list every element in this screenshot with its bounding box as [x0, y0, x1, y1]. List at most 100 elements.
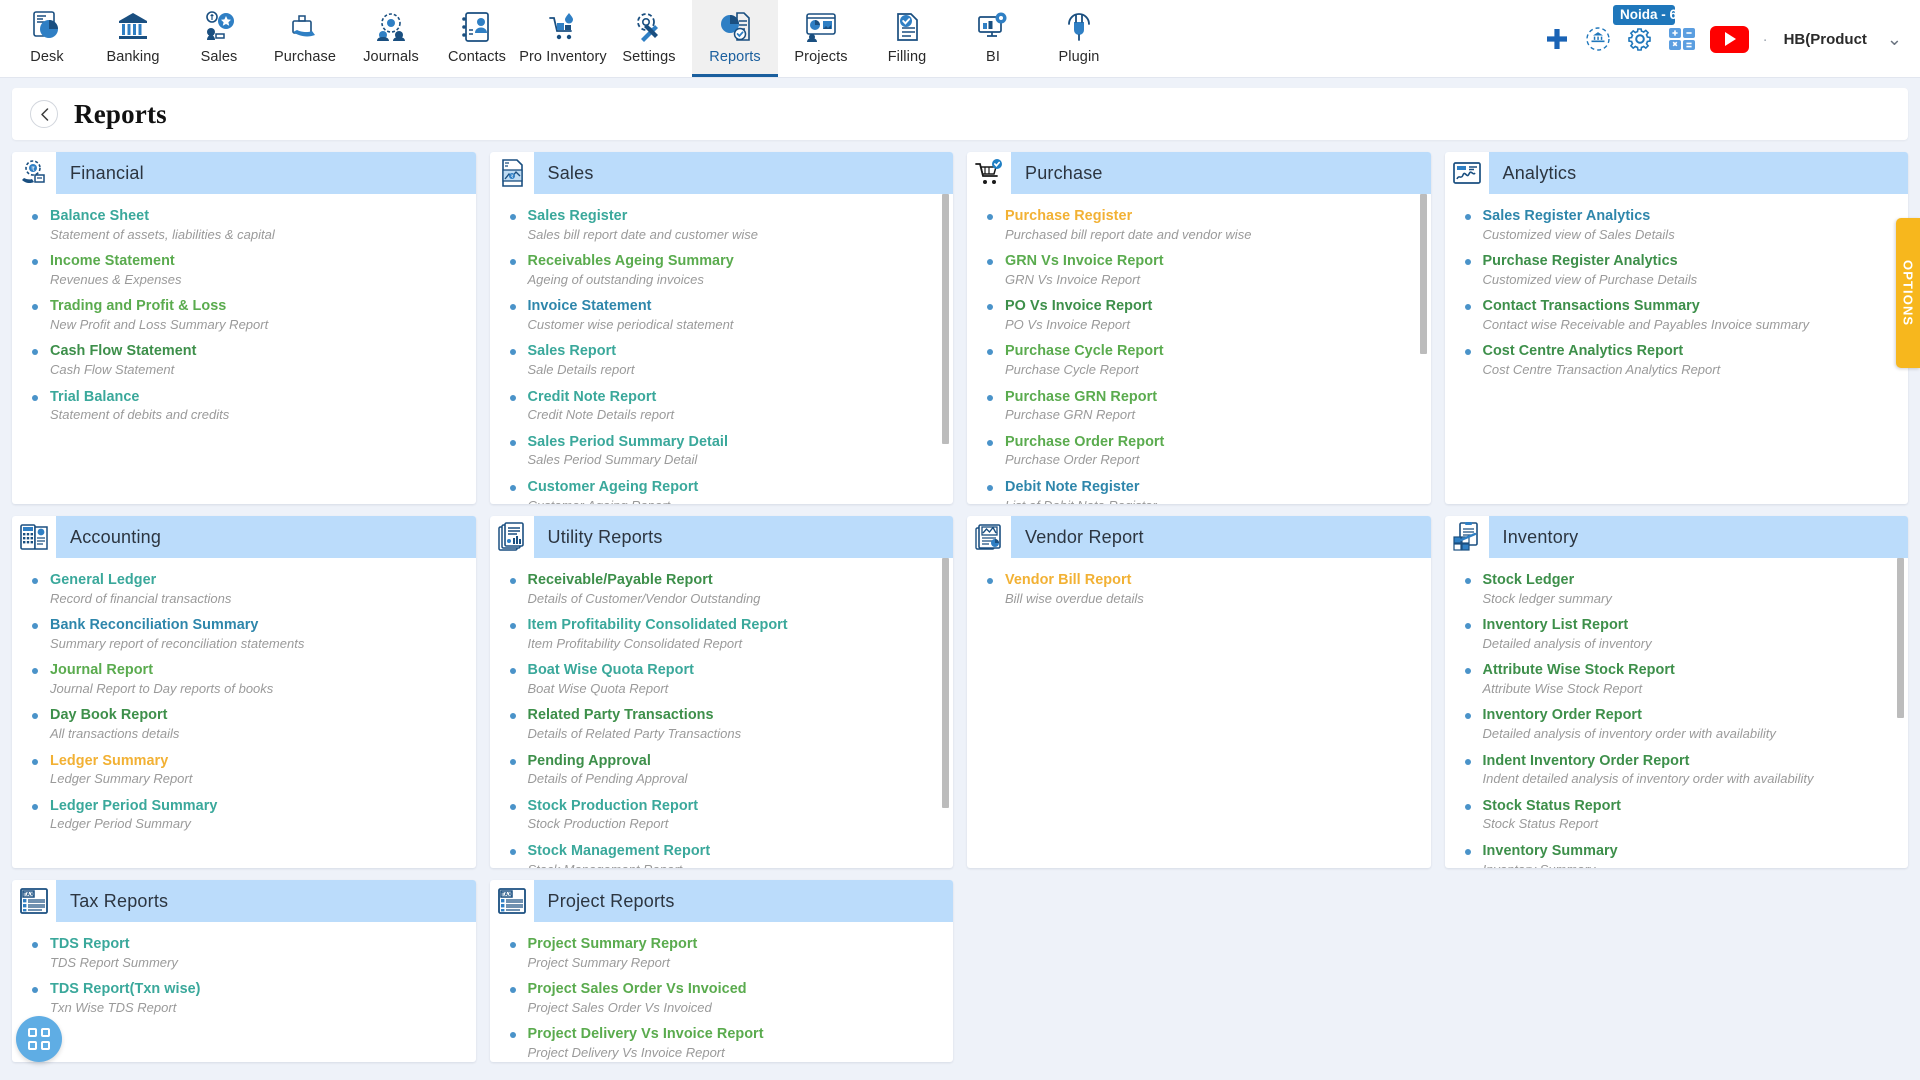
- youtube-icon[interactable]: [1709, 25, 1749, 53]
- scrollbar-thumb[interactable]: [942, 194, 949, 444]
- report-list-item[interactable]: Project Summary Report Project Summary Re…: [509, 936, 944, 970]
- report-link[interactable]: Purchase Register: [1005, 208, 1421, 225]
- report-list-item[interactable]: TDS Report TDS Report Summery: [32, 936, 466, 970]
- report-list-item[interactable]: TDS Report(Txn wise) Txn Wise TDS Report: [32, 981, 466, 1015]
- report-link[interactable]: Trial Balance: [50, 389, 466, 406]
- report-list-item[interactable]: Purchase Order Report Purchase Order Repo…: [987, 434, 1421, 468]
- report-link[interactable]: Related Party Transactions: [528, 707, 944, 724]
- report-list-item[interactable]: Ledger Summary Ledger Summary Report: [32, 753, 466, 787]
- report-list-item[interactable]: Stock Production Report Stock Production …: [509, 798, 944, 832]
- report-list-item[interactable]: Ledger Period Summary Ledger Period Summa…: [32, 798, 466, 832]
- nav-item-settings[interactable]: Settings: [606, 0, 692, 77]
- nav-item-desk[interactable]: Desk: [4, 0, 90, 77]
- report-link[interactable]: Journal Report: [50, 662, 466, 679]
- report-link[interactable]: Boat Wise Quota Report: [528, 662, 944, 679]
- nav-item-journals[interactable]: Journals: [348, 0, 434, 77]
- report-list-item[interactable]: Customer Ageing Report Customer Ageing Re…: [509, 479, 944, 504]
- report-link[interactable]: Bank Reconciliation Summary: [50, 617, 466, 634]
- report-link[interactable]: Trading and Profit & Loss: [50, 298, 466, 315]
- report-link[interactable]: Invoice Statement: [528, 298, 944, 315]
- report-list-item[interactable]: Purchase Cycle Report Purchase Cycle Repo…: [987, 343, 1421, 377]
- report-list-item[interactable]: Sales Report Sale Details report: [509, 343, 944, 377]
- calculator-icon[interactable]: [1668, 27, 1696, 51]
- card-scrollbar[interactable]: [1897, 558, 1904, 868]
- report-list-item[interactable]: Project Sales Order Vs Invoiced Project S…: [509, 981, 944, 1015]
- card-scrollbar[interactable]: [942, 558, 949, 868]
- report-link[interactable]: Stock Status Report: [1483, 798, 1899, 815]
- report-link[interactable]: Sales Report: [528, 343, 944, 360]
- report-link[interactable]: Debit Note Register: [1005, 479, 1421, 496]
- report-list-item[interactable]: General Ledger Record of financial transa…: [32, 572, 466, 606]
- report-link[interactable]: Inventory Summary: [1483, 843, 1899, 860]
- report-list-item[interactable]: Boat Wise Quota Report Boat Wise Quota Re…: [509, 662, 944, 696]
- report-list-item[interactable]: Vendor Bill Report Bill wise overdue deta…: [987, 572, 1421, 606]
- report-link[interactable]: Stock Ledger: [1483, 572, 1899, 589]
- report-list-item[interactable]: Credit Note Report Credit Note Details re…: [509, 389, 944, 423]
- report-list-item[interactable]: Pending Approval Details of Pending Appro…: [509, 753, 944, 787]
- report-link[interactable]: Inventory Order Report: [1483, 707, 1899, 724]
- report-list-item[interactable]: Balance Sheet Statement of assets, liabil…: [32, 208, 466, 242]
- report-list-item[interactable]: Stock Ledger Stock ledger summary: [1464, 572, 1899, 606]
- report-list-item[interactable]: PO Vs Invoice Report PO Vs Invoice Report: [987, 298, 1421, 332]
- report-link[interactable]: Purchase Order Report: [1005, 434, 1421, 451]
- report-list-item[interactable]: Purchase Register Purchased bill report d…: [987, 208, 1421, 242]
- nav-item-contacts[interactable]: Contacts: [434, 0, 520, 77]
- report-link[interactable]: Attribute Wise Stock Report: [1483, 662, 1899, 679]
- report-link[interactable]: Ledger Period Summary: [50, 798, 466, 815]
- report-link[interactable]: Stock Production Report: [528, 798, 944, 815]
- report-list-item[interactable]: Bank Reconciliation Summary Summary repor…: [32, 617, 466, 651]
- report-link[interactable]: Cash Flow Statement: [50, 343, 466, 360]
- report-list-item[interactable]: Income Statement Revenues & Expenses: [32, 253, 466, 287]
- report-list-item[interactable]: Sales Period Summary Detail Sales Period …: [509, 434, 944, 468]
- nav-item-plugin[interactable]: Plugin: [1036, 0, 1122, 77]
- report-list-item[interactable]: Stock Management Report Stock Management …: [509, 843, 944, 868]
- report-link[interactable]: PO Vs Invoice Report: [1005, 298, 1421, 315]
- report-link[interactable]: Ledger Summary: [50, 753, 466, 770]
- report-list-item[interactable]: Debit Note Register List of Debit Note Re…: [987, 479, 1421, 504]
- report-link[interactable]: Purchase Register Analytics: [1483, 253, 1899, 270]
- nav-item-purchase[interactable]: Purchase: [262, 0, 348, 77]
- report-link[interactable]: Purchase Cycle Report: [1005, 343, 1421, 360]
- gear-icon[interactable]: [1626, 25, 1654, 53]
- report-list-item[interactable]: Inventory Order Report Detailed analysis …: [1464, 707, 1899, 741]
- report-link[interactable]: Project Summary Report: [528, 936, 944, 953]
- report-list-item[interactable]: Purchase GRN Report Purchase GRN Report: [987, 389, 1421, 423]
- report-link[interactable]: Receivable/Payable Report: [528, 572, 944, 589]
- report-list-item[interactable]: Cost Centre Analytics Report Cost Centre …: [1464, 343, 1899, 377]
- report-link[interactable]: Cost Centre Analytics Report: [1483, 343, 1899, 360]
- report-link[interactable]: TDS Report(Txn wise): [50, 981, 466, 998]
- report-list-item[interactable]: Project Delivery Vs Invoice Report Projec…: [509, 1026, 944, 1060]
- report-list-item[interactable]: Trading and Profit & Loss New Profit and …: [32, 298, 466, 332]
- nav-item-pro-inventory[interactable]: Pro Inventory: [519, 0, 607, 77]
- report-list-item[interactable]: Trial Balance Statement of debits and cre…: [32, 389, 466, 423]
- report-link[interactable]: Balance Sheet: [50, 208, 466, 225]
- nav-item-reports[interactable]: Reports: [692, 0, 778, 77]
- report-list-item[interactable]: Receivables Ageing Summary Ageing of outs…: [509, 253, 944, 287]
- plus-icon[interactable]: [1544, 26, 1570, 52]
- nav-item-projects[interactable]: Projects: [778, 0, 864, 77]
- report-link[interactable]: Income Statement: [50, 253, 466, 270]
- report-link[interactable]: Credit Note Report: [528, 389, 944, 406]
- report-link[interactable]: Project Delivery Vs Invoice Report: [528, 1026, 944, 1043]
- options-side-tab[interactable]: OPTIONS: [1896, 218, 1920, 368]
- card-scrollbar[interactable]: [1419, 194, 1427, 504]
- report-link[interactable]: GRN Vs Invoice Report: [1005, 253, 1421, 270]
- nav-item-sales[interactable]: Sales: [176, 0, 262, 77]
- report-list-item[interactable]: Inventory Summary Inventory Summary: [1464, 843, 1899, 868]
- report-list-item[interactable]: Contact Transactions Summary Contact wise…: [1464, 298, 1899, 332]
- report-link[interactable]: Sales Register Analytics: [1483, 208, 1899, 225]
- report-list-item[interactable]: Receivable/Payable Report Details of Cust…: [509, 572, 944, 606]
- report-link[interactable]: Stock Management Report: [528, 843, 944, 860]
- report-list-item[interactable]: Journal Report Journal Report to Day repo…: [32, 662, 466, 696]
- report-list-item[interactable]: Related Party Transactions Details of Rel…: [509, 707, 944, 741]
- card-scrollbar[interactable]: [942, 194, 949, 504]
- chevron-down-icon[interactable]: ⌄: [1887, 29, 1902, 50]
- report-list-item[interactable]: Sales Register Analytics Customized view …: [1464, 208, 1899, 242]
- nav-item-bi[interactable]: BI: [950, 0, 1036, 77]
- report-link[interactable]: Indent Inventory Order Report: [1483, 753, 1899, 770]
- report-link[interactable]: Vendor Bill Report: [1005, 572, 1421, 589]
- report-link[interactable]: Sales Register: [528, 208, 944, 225]
- report-link[interactable]: Item Profitability Consolidated Report: [528, 617, 944, 634]
- report-list-item[interactable]: Sales Register Sales bill report date and…: [509, 208, 944, 242]
- report-list-item[interactable]: Cash Flow Statement Cash Flow Statement: [32, 343, 466, 377]
